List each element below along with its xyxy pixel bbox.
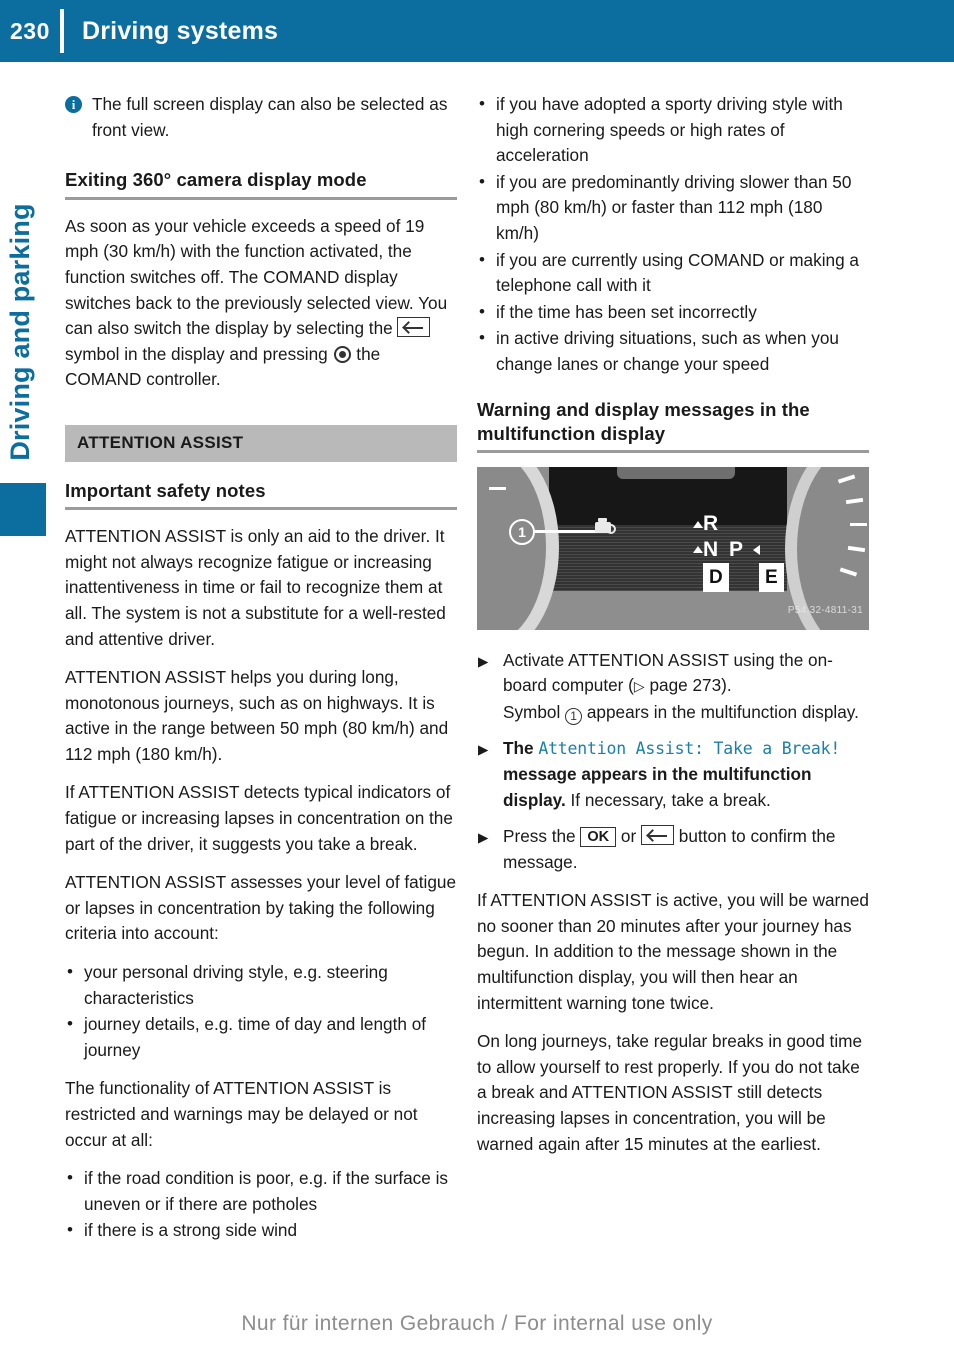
chapter-tab-label: Driving and parking	[5, 203, 35, 461]
list-item: journey details, e.g. time of day and le…	[65, 1011, 457, 1063]
para-safety-1: ATTENTION ASSIST is only an aid to the d…	[65, 526, 446, 649]
press-controller-icon	[333, 345, 351, 363]
gauge-tick	[489, 486, 506, 491]
list-item: in active driving situations, such as wh…	[477, 325, 869, 377]
left-column: i The full screen display can also be se…	[65, 92, 457, 1257]
list-item: if you are predominantly driving slower …	[477, 169, 869, 247]
gear-letter-e: E	[759, 562, 784, 593]
info-icon: i	[65, 96, 82, 113]
back-button-icon	[641, 825, 674, 846]
section-bar-attention-assist: ATTENTION ASSIST	[65, 424, 457, 462]
footer-notice: Nur für internen Gebrauch / For internal…	[241, 1312, 713, 1335]
action-step-confirm: Press the OK or button to confirm the me…	[477, 824, 869, 875]
coffee-cup-icon	[595, 517, 616, 534]
list-item: if you have adopted a sporty driving sty…	[477, 91, 869, 169]
heading-rule	[65, 507, 457, 511]
callout-leader-line	[535, 529, 597, 533]
page-number: 230	[10, 17, 50, 44]
page-title: Driving systems	[82, 16, 279, 45]
step1-text-3: appears in the multifunction display.	[586, 701, 859, 722]
gear-arrow-left-icon	[753, 544, 760, 555]
multifunction-display-message: Attention Assist: Take a Break!	[538, 739, 841, 759]
para-restricted: The functionality of ATTENTION ASSIST is…	[65, 1078, 418, 1150]
restriction-bullet-list: if the road condition is poor, e.g. if t…	[65, 1165, 457, 1244]
figure-top-notch	[617, 466, 735, 479]
info-note-text: The full screen display can also be sele…	[92, 94, 448, 140]
left-gauge-dial	[477, 466, 559, 630]
list-item: your personal driving style, e.g. steeri…	[65, 959, 457, 1011]
heading-rule	[65, 196, 457, 200]
heading-rule	[477, 449, 869, 453]
para-exiting-text-1: As soon as your vehicle exceeds a speed …	[65, 215, 448, 339]
heading-important-safety-notes: Important safety notes	[65, 479, 266, 501]
list-item: if the time has been set incorrectly	[477, 299, 869, 326]
figure-display-lower	[549, 524, 787, 591]
heading-exiting-camera-mode: Exiting 360° camera display mode	[65, 169, 367, 191]
gear-arrow-icon	[693, 520, 703, 528]
figure-reference-code: P54.32-4811-31	[787, 604, 863, 616]
gear-letter-d: D	[703, 562, 729, 593]
action-step-activate: Activate ATTENTION ASSIST using the on-b…	[477, 648, 869, 726]
para-safety-4: ATTENTION ASSIST assesses your level of …	[65, 872, 457, 944]
callout-symbol-1: 1	[565, 707, 583, 725]
page-header: 230 Driving systems	[0, 0, 954, 62]
para-exiting-text-2: symbol in the display and pressing	[65, 343, 328, 364]
right-column: if you have adopted a sporty driving sty…	[477, 91, 869, 1170]
list-item: if the road condition is poor, e.g. if t…	[65, 1165, 457, 1217]
header-divider	[60, 9, 64, 53]
gear-arrow-icon	[693, 545, 703, 553]
para-active-warning: If ATTENTION ASSIST is active, you will …	[477, 890, 869, 1013]
heading-warning-display-messages: Warning and display messages in the mult…	[477, 398, 810, 444]
gear-letter-p: P	[729, 537, 744, 561]
gear-letter-r: R	[703, 511, 719, 535]
step3-text-1: Press the	[503, 826, 576, 847]
criteria-bullet-list: your personal driving style, e.g. steeri…	[65, 959, 457, 1063]
step3-or: or	[620, 826, 637, 847]
callout-number-1: 1	[509, 518, 535, 545]
back-button-icon	[397, 317, 431, 338]
step1-xref: page 273).	[644, 675, 732, 696]
action-steps-list: Activate ATTENTION ASSIST using the on-b…	[477, 648, 869, 876]
gauge-tick	[850, 522, 867, 527]
step2-lead: The	[503, 738, 534, 759]
restriction-bullet-list-continued: if you have adopted a sporty driving sty…	[477, 91, 869, 378]
figure-inner: 1 R N P D E P54.32-4811-31	[477, 466, 869, 630]
instrument-cluster-figure: 1 R N P D E P54.32-4811-31	[477, 466, 869, 630]
para-safety-2: ATTENTION ASSIST helps you during long, …	[65, 667, 449, 764]
step1-text-2: Symbol	[503, 701, 561, 722]
para-safety-3: If ATTENTION ASSIST detects typical indi…	[65, 782, 453, 854]
list-item: if there is a strong side wind	[65, 1217, 457, 1244]
ok-button-icon: OK	[580, 827, 617, 848]
para-long-journeys: On long journeys, take regular breaks in…	[477, 1031, 863, 1154]
para-exiting-camera-mode: As soon as your vehicle exceeds a speed …	[65, 214, 457, 393]
cross-reference-arrow-icon: ▷	[633, 678, 645, 695]
action-step-message: The Attention Assist: Take a Break! mess…	[477, 736, 869, 813]
info-note: i The full screen display can also be se…	[65, 92, 457, 143]
step2-rest: If necessary, take a break.	[570, 789, 771, 810]
list-item: if you are currently using COMAND or mak…	[477, 247, 869, 299]
gear-letter-n: N	[703, 537, 719, 561]
